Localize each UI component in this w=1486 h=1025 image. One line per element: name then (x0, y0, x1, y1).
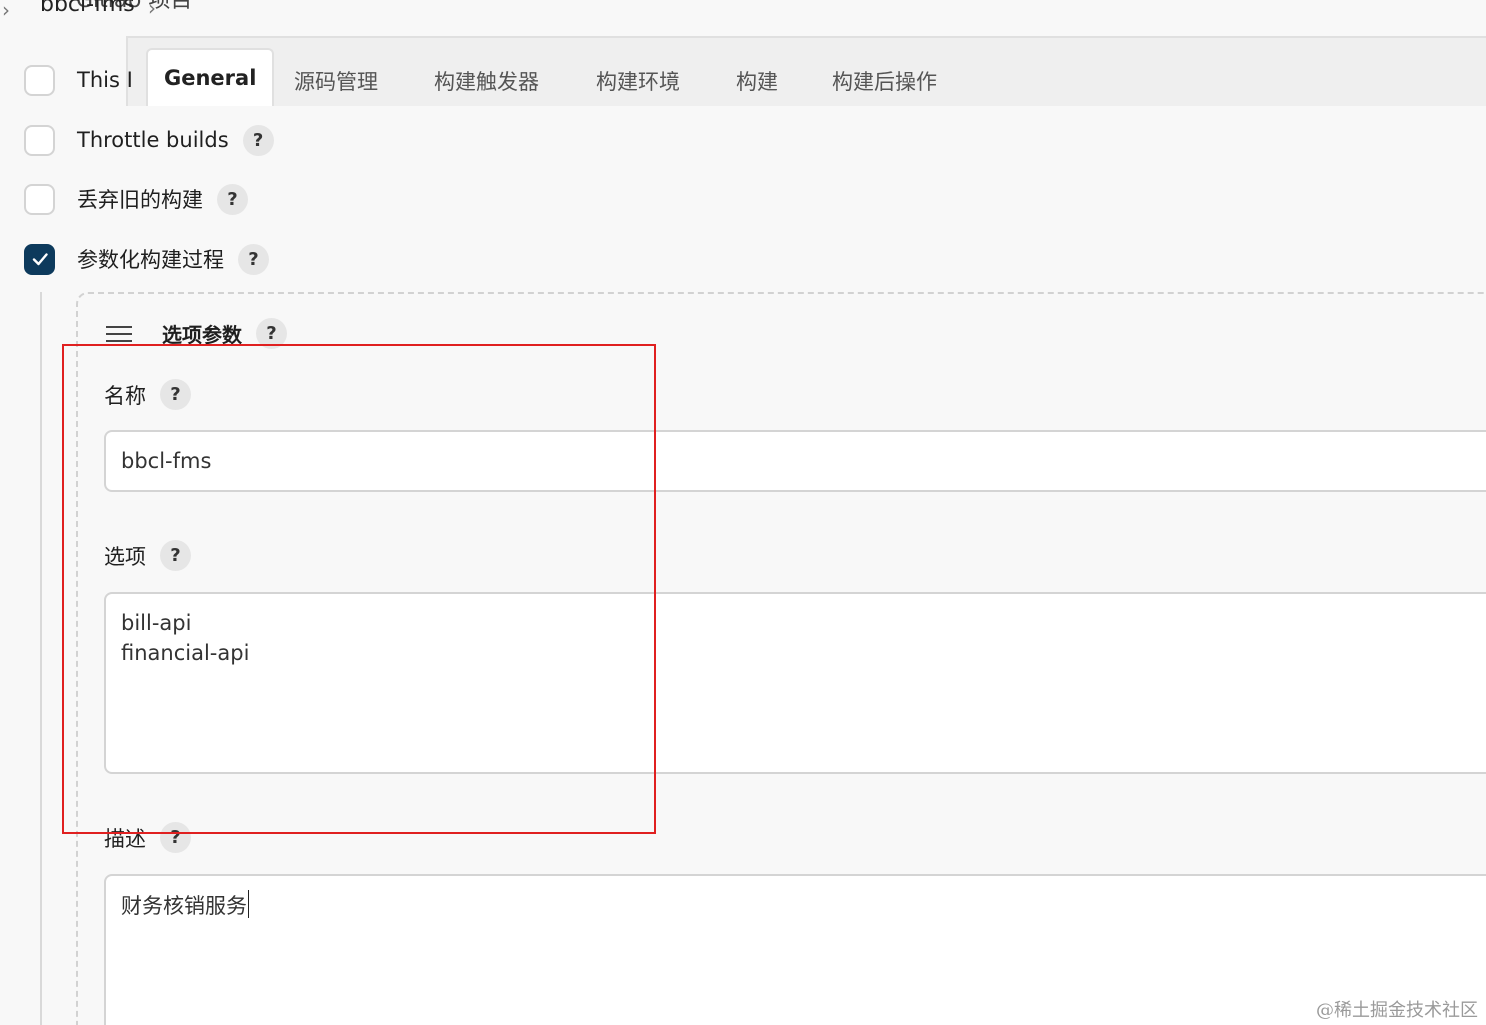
help-icon[interactable]: ? (256, 318, 287, 349)
chevron-right-icon: › (148, 0, 156, 20)
tab-source-code[interactable]: 源码管理 (294, 66, 378, 96)
option-parameterized-build: 参数化构建过程 ? (24, 241, 269, 277)
option-label: 参数化构建过程 (77, 248, 224, 272)
checkbox-this-project[interactable] (24, 64, 55, 96)
choices-textarea[interactable]: bill-api financial-api (104, 592, 1486, 774)
help-icon[interactable]: ? (160, 822, 191, 853)
checkbox-throttle-builds[interactable] (24, 124, 55, 156)
tab-general[interactable]: General (146, 48, 275, 106)
option-label: This I (77, 68, 133, 92)
description-textarea[interactable]: 财务核销服务 (104, 874, 1486, 1025)
chevron-right-icon: › (2, 0, 10, 22)
help-icon[interactable]: ? (217, 183, 248, 215)
drag-handle-icon[interactable] (106, 326, 132, 344)
config-tab-bar: General 源码管理 构建触发器 构建环境 构建 构建后操作 (126, 36, 1486, 106)
help-icon[interactable]: ? (238, 243, 269, 275)
name-field-label: 名称 ? (104, 379, 191, 410)
choices-label: 选项 (104, 544, 146, 569)
help-icon[interactable]: ? (242, 124, 274, 156)
description-field-label: 描述 ? (104, 822, 191, 853)
job-config-page: › Gitlab 项目 bbcl-fms › General 源码管理 构建触发… (0, 0, 1486, 1025)
text-cursor (248, 890, 249, 918)
watermark: @稀土掘金技术社区 (1316, 1000, 1478, 1021)
breadcrumb-project[interactable]: bbcl-fms (40, 0, 135, 17)
tab-post-build[interactable]: 构建后操作 (832, 66, 937, 96)
nesting-line (40, 292, 42, 1025)
tab-build[interactable]: 构建 (736, 66, 778, 96)
choices-field-label: 选项 ? (104, 540, 191, 571)
tab-build-triggers[interactable]: 构建触发器 (434, 66, 539, 96)
checkmark-icon (32, 253, 48, 266)
option-label: Throttle builds (77, 128, 229, 152)
parameter-type-title: 选项参数 ? (162, 318, 287, 349)
option-throttle-builds: Throttle builds ? (24, 122, 274, 158)
option-label: 丢弃旧的构建 (77, 188, 203, 212)
checkbox-discard-old-builds[interactable] (24, 183, 55, 215)
name-input[interactable] (104, 430, 1486, 492)
description-label: 描述 (104, 826, 146, 851)
option-this-project: This I (24, 62, 133, 98)
name-label: 名称 (104, 383, 146, 408)
help-icon[interactable]: ? (160, 379, 191, 410)
option-discard-old-builds: 丢弃旧的构建 ? (24, 181, 248, 217)
parameter-type-label: 选项参数 (162, 323, 242, 347)
checkbox-parameterized-build[interactable] (24, 243, 55, 275)
tab-build-environment[interactable]: 构建环境 (596, 66, 680, 96)
help-icon[interactable]: ? (160, 540, 191, 571)
description-text: 财务核销服务 (121, 894, 247, 918)
